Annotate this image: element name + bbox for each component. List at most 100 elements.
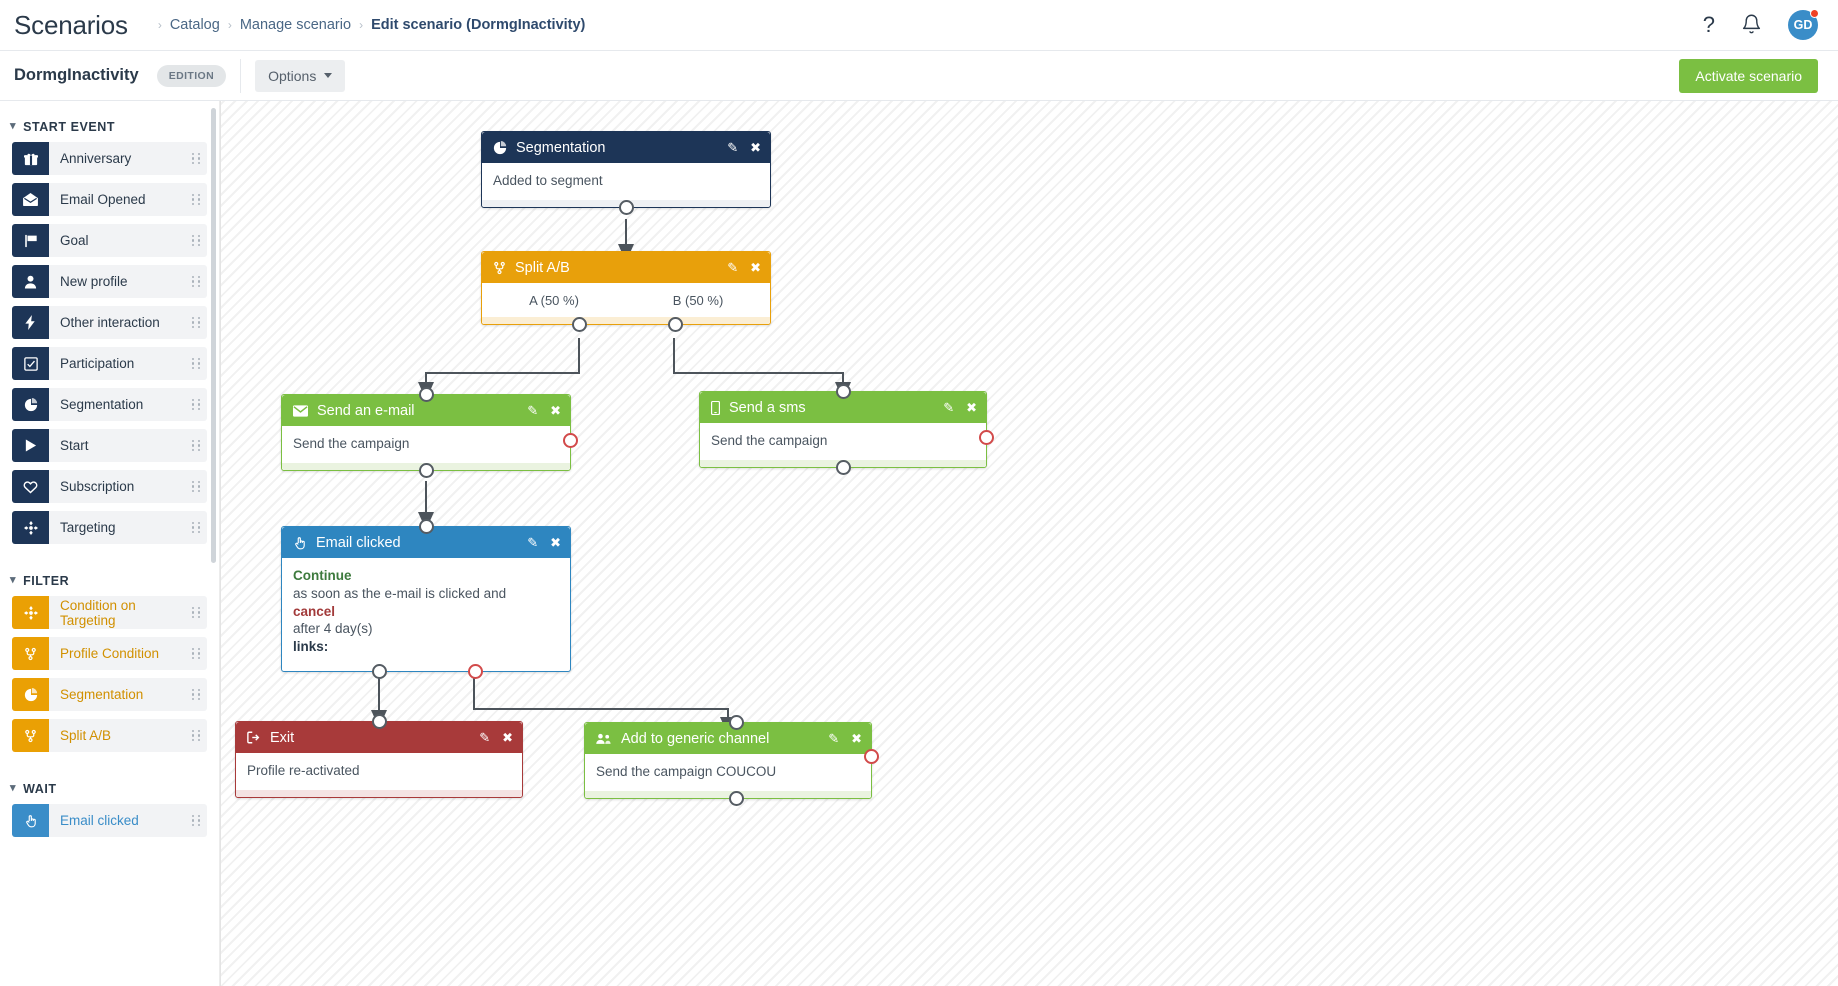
close-icon[interactable]: ✖: [750, 141, 761, 154]
palette-item-anniversary[interactable]: Anniversary: [12, 142, 207, 175]
sidebar-section-header[interactable]: ▾ WAIT: [0, 773, 219, 804]
output-port[interactable]: [836, 459, 851, 475]
drag-handle-icon[interactable]: [185, 637, 207, 670]
bell-icon: [1741, 13, 1762, 38]
input-port[interactable]: [419, 387, 434, 402]
breadcrumb-item-edit-scenario[interactable]: Edit scenario (DormgInactivity): [371, 17, 585, 33]
close-icon[interactable]: ✖: [966, 401, 977, 414]
edit-pencil-icon[interactable]: ✎: [828, 732, 839, 745]
node-split-ab[interactable]: Split A/B ✎ ✖ A (50 %) B (50 %): [481, 251, 771, 332]
drag-handle-icon[interactable]: [185, 265, 207, 298]
output-port-continue[interactable]: [372, 664, 387, 680]
sidebar-scrollbar[interactable]: [211, 108, 216, 563]
bolt-icon: [12, 306, 49, 339]
node-exit[interactable]: Exit ✎ ✖ Profile re-activated: [235, 714, 523, 798]
avatar[interactable]: GD: [1788, 9, 1819, 40]
drag-handle-icon[interactable]: [185, 306, 207, 339]
breadcrumb: › Catalog › Manage scenario › Edit scena…: [150, 17, 586, 33]
user-icon: [12, 265, 49, 298]
close-icon[interactable]: ✖: [550, 404, 561, 417]
drag-handle-icon[interactable]: [185, 470, 207, 503]
node-segmentation[interactable]: Segmentation ✎ ✖ Added to segment: [481, 131, 771, 215]
drag-handle-icon[interactable]: [185, 224, 207, 257]
palette-item-subscription[interactable]: Subscription: [12, 470, 207, 503]
wait-cancel-label: cancel: [293, 603, 336, 619]
node-title: Add to generic channel: [621, 730, 770, 747]
output-port-cancel[interactable]: [468, 664, 483, 680]
input-port[interactable]: [729, 715, 744, 730]
edit-pencil-icon[interactable]: ✎: [527, 404, 538, 417]
activate-scenario-button[interactable]: Activate scenario: [1679, 58, 1818, 93]
edit-pencil-icon[interactable]: ✎: [727, 261, 738, 274]
output-port[interactable]: [419, 462, 434, 478]
main-area: ▾ START EVENT Anniversary Email Opened Goal N…: [0, 101, 1838, 986]
palette-item-profile-condition[interactable]: Profile Condition: [12, 637, 207, 670]
wait-continue-label: Continue: [293, 568, 352, 583]
drag-handle-icon[interactable]: [185, 719, 207, 752]
node-email-clicked[interactable]: Email clicked ✎ ✖ Continue as soon as th…: [281, 519, 571, 680]
node-send-a-sms[interactable]: Send a sms ✎ ✖ Send the campaign: [699, 384, 994, 475]
drag-handle-icon[interactable]: [185, 511, 207, 544]
palette-item-email-clicked[interactable]: Email clicked: [12, 804, 207, 837]
branch-icon: [493, 261, 506, 275]
node-add-to-generic-channel[interactable]: Add to generic channel ✎ ✖ Send the camp…: [584, 715, 879, 806]
scenario-canvas[interactable]: Segmentation ✎ ✖ Added to segment Split …: [220, 101, 1838, 986]
palette-item-participation[interactable]: Participation: [12, 347, 207, 380]
drag-handle-icon[interactable]: [185, 678, 207, 711]
output-port[interactable]: [729, 790, 744, 806]
palette-item-other-interaction[interactable]: Other interaction: [12, 306, 207, 339]
output-port-a[interactable]: [572, 317, 587, 332]
sidebar-section-header[interactable]: ▾ START EVENT: [0, 111, 219, 142]
chevron-down-icon: ▾: [10, 119, 17, 132]
sidebar-section-header[interactable]: ▾ FILTER: [0, 565, 219, 596]
palette-item-goal[interactable]: Goal: [12, 224, 207, 257]
top-bar: Scenarios › Catalog › Manage scenario › …: [0, 0, 1838, 51]
branch-icon: [12, 637, 49, 670]
error-port[interactable]: [979, 430, 994, 445]
edit-pencil-icon[interactable]: ✎: [727, 141, 738, 154]
palette-item-start[interactable]: Start: [12, 429, 207, 462]
input-port[interactable]: [419, 519, 434, 534]
palette-item-email-opened[interactable]: Email Opened: [12, 183, 207, 216]
error-port[interactable]: [864, 749, 879, 764]
breadcrumb-item-manage-scenario[interactable]: Manage scenario: [240, 17, 351, 33]
error-port[interactable]: [563, 433, 578, 448]
node-title: Split A/B: [515, 259, 570, 276]
drag-handle-icon[interactable]: [185, 388, 207, 421]
wait-links-label: links:: [293, 639, 329, 655]
options-button[interactable]: Options: [255, 59, 346, 92]
drag-handle-icon[interactable]: [185, 596, 207, 629]
drag-handle-icon[interactable]: [185, 429, 207, 462]
palette-item-condition-on-targeting[interactable]: Condition on Targeting: [12, 596, 207, 629]
edit-pencil-icon[interactable]: ✎: [943, 401, 954, 414]
edit-pencil-icon[interactable]: ✎: [479, 731, 490, 744]
help-button[interactable]: ?: [1703, 14, 1715, 36]
palette-item-split-a-b[interactable]: Split A/B: [12, 719, 207, 752]
notifications-button[interactable]: [1741, 13, 1762, 38]
scenario-title: DormgInactivity: [14, 66, 139, 84]
drag-handle-icon[interactable]: [185, 347, 207, 380]
breadcrumb-item-catalog[interactable]: Catalog: [170, 17, 220, 33]
close-icon[interactable]: ✖: [502, 731, 513, 744]
close-icon[interactable]: ✖: [851, 732, 862, 745]
output-port[interactable]: [619, 199, 634, 215]
palette-item-targeting[interactable]: Targeting: [12, 511, 207, 544]
drag-handle-icon[interactable]: [185, 183, 207, 216]
input-port[interactable]: [836, 384, 851, 399]
drag-handle-icon[interactable]: [185, 142, 207, 175]
palette-item-new-profile[interactable]: New profile: [12, 265, 207, 298]
close-icon[interactable]: ✖: [750, 261, 761, 274]
input-port[interactable]: [372, 714, 387, 729]
drag-handle-icon[interactable]: [185, 804, 207, 837]
node-title: Send a sms: [729, 399, 806, 416]
close-icon[interactable]: ✖: [550, 536, 561, 549]
palette-item-segmentation[interactable]: Segmentation: [12, 678, 207, 711]
edit-pencil-icon[interactable]: ✎: [527, 536, 538, 549]
node-footer: [585, 790, 871, 798]
node-send-an-email[interactable]: Send an e-mail ✎ ✖ Send the campaign: [281, 387, 578, 478]
palette-item-segmentation[interactable]: Segmentation: [12, 388, 207, 421]
output-port-b[interactable]: [668, 317, 683, 332]
palette-item-label: Email clicked: [60, 813, 139, 828]
node-body: Send the campaign: [282, 426, 570, 463]
palette-sidebar: ▾ START EVENT Anniversary Email Opened Goal N…: [0, 101, 220, 986]
